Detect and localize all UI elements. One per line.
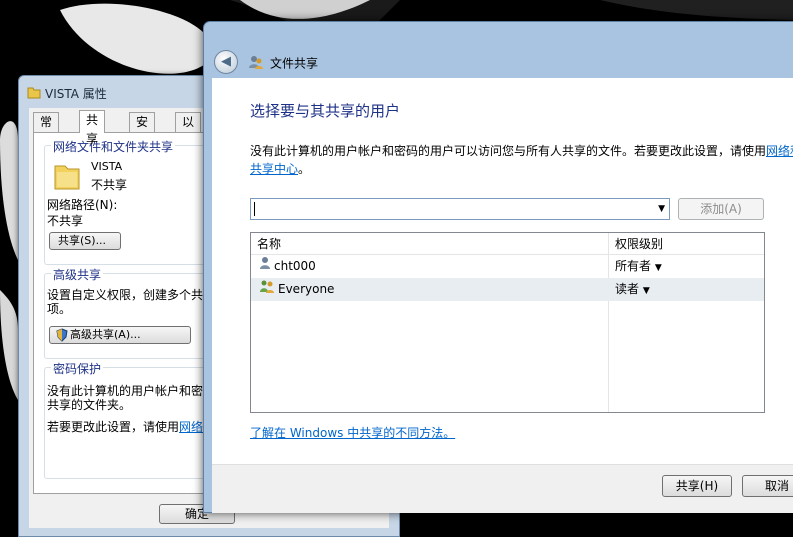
- page-title: 选择要与其共享的用户: [250, 102, 401, 120]
- advanced-sharing-button[interactable]: 高级共享(A)...: [49, 326, 191, 344]
- permission-dropdown[interactable]: 读者 ▼: [615, 278, 650, 303]
- network-sharing-title: 网络文件和文件夹共享: [51, 138, 176, 155]
- network-center-link-1[interactable]: 网络和: [766, 144, 793, 158]
- help-link[interactable]: 了解在 Windows 中共享的不同方法。: [250, 424, 455, 441]
- users-icon: [248, 54, 264, 74]
- user-combo-input[interactable]: ▼: [250, 198, 670, 220]
- properties-title-bar[interactable]: VISTA 属性: [27, 84, 107, 104]
- network-path-label: 网络路径(N):: [47, 198, 118, 212]
- cancel-button[interactable]: 取消: [742, 475, 793, 497]
- dropdown-arrow-icon[interactable]: ▼: [658, 201, 665, 217]
- user-icon: [259, 255, 271, 278]
- tab-security[interactable]: 安全: [129, 112, 156, 148]
- share-button[interactable]: 共享(S)...: [49, 232, 121, 250]
- user-permission-list: 名称 权限级别 cht000 所有者 ▼ Everyone 读者 ▼: [250, 232, 765, 413]
- network-center-link[interactable]: 网络: [179, 420, 203, 434]
- tab-sharing[interactable]: 共享: [79, 110, 106, 146]
- column-header-permission[interactable]: 权限级别: [609, 233, 764, 255]
- row-user-name: Everyone: [278, 282, 335, 296]
- file-sharing-header: ◀ 文件共享: [204, 22, 793, 74]
- advanced-desc-2: 项。: [47, 302, 72, 316]
- column-header-name[interactable]: 名称: [251, 233, 608, 255]
- table-row[interactable]: cht000 所有者 ▼: [251, 255, 764, 278]
- file-sharing-body: 选择要与其共享的用户 没有此计算机的用户帐户和密码的用户可以访问您与所有人共享的…: [212, 78, 793, 464]
- password-protection-title: 密码保护: [51, 360, 104, 377]
- file-sharing-title: 文件共享: [270, 56, 319, 71]
- folder-icon: [27, 85, 41, 105]
- folder-name: VISTA: [91, 160, 123, 173]
- group-users-icon: [259, 278, 275, 301]
- folder-share-status: 不共享: [91, 178, 128, 192]
- network-center-link-2[interactable]: 共享中心: [250, 162, 298, 176]
- password-change-text: 若要更改此设置，请使用网络: [47, 420, 204, 434]
- file-sharing-title-bar: 文件共享: [248, 54, 318, 74]
- tab-general[interactable]: 常规: [33, 112, 60, 148]
- permission-dropdown[interactable]: 所有者 ▼: [615, 255, 662, 280]
- advanced-sharing-label: 高级共享(A)...: [70, 328, 141, 341]
- text-caret: [254, 202, 255, 216]
- advanced-sharing-title: 高级共享: [51, 266, 104, 283]
- tab-previous-versions[interactable]: 以前: [175, 112, 202, 148]
- file-sharing-footer: 共享(H) 取消: [212, 464, 793, 513]
- network-path-value: 不共享: [47, 214, 84, 228]
- file-sharing-dialog: ◀ 文件共享 选择要与其共享的用户 没有此计算机的用户帐户和密码的用户可以访问您…: [203, 21, 793, 513]
- row-user-name: cht000: [274, 259, 316, 273]
- chevron-down-icon: ▼: [654, 263, 662, 273]
- back-arrow-icon[interactable]: ◀: [214, 50, 238, 74]
- properties-title: VISTA 属性: [45, 87, 107, 101]
- share-confirm-button[interactable]: 共享(H): [662, 475, 732, 497]
- password-desc-2: 共享的文件夹。: [47, 398, 132, 412]
- big-folder-icon: [53, 160, 81, 195]
- table-row[interactable]: Everyone 读者 ▼: [251, 278, 764, 301]
- chevron-down-icon: ▼: [642, 286, 650, 296]
- shield-icon: [56, 328, 68, 347]
- sharing-description: 没有此计算机的用户帐户和密码的用户可以访问您与所有人共享的文件。若要更改此设置，…: [250, 142, 793, 178]
- add-button[interactable]: 添加(A): [678, 198, 764, 220]
